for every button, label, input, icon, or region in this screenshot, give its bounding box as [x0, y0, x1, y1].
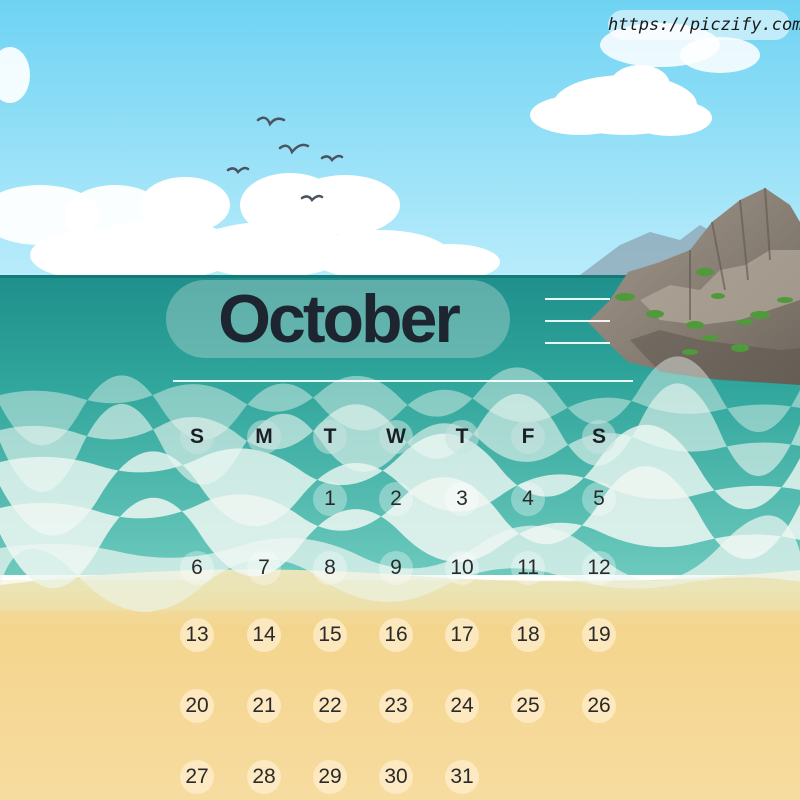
calendar-day: 21 — [247, 689, 281, 723]
calendar-day: 4 — [511, 482, 545, 516]
weekday-header: S — [582, 420, 616, 454]
weekday-header: W — [379, 420, 413, 454]
calendar-day: 15 — [313, 618, 347, 652]
calendar-day: 14 — [247, 618, 281, 652]
calendar-day: 3 — [445, 482, 479, 516]
calendar-day: 1 — [313, 482, 347, 516]
calendar-day: 7 — [247, 551, 281, 585]
calendar-day: 25 — [511, 689, 545, 723]
calendar-day: 19 — [582, 618, 616, 652]
calendar-day: 23 — [379, 689, 413, 723]
calendar-wallpaper: https://piczify.com October SMTWTFS12345… — [0, 0, 800, 800]
calendar-day: 22 — [313, 689, 347, 723]
calendar-day: 16 — [379, 618, 413, 652]
calendar-day: 27 — [180, 760, 214, 794]
calendar-day: 29 — [313, 760, 347, 794]
calendar-day: 11 — [511, 551, 545, 585]
calendar-day: 5 — [582, 482, 616, 516]
calendar-day: 31 — [445, 760, 479, 794]
weekday-header: S — [180, 420, 214, 454]
calendar-day: 17 — [445, 618, 479, 652]
calendar-day: 18 — [511, 618, 545, 652]
weekday-header: T — [313, 420, 347, 454]
calendar-day: 30 — [379, 760, 413, 794]
calendar-day: 12 — [582, 551, 616, 585]
calendar-day: 24 — [445, 689, 479, 723]
calendar-grid: S M T W T F S 1 2 3 4 5 6 7 8 9 10 11 12 13 14 15 16 17 18 19 20 21… — [0, 0, 800, 800]
weekday-header: T — [445, 420, 479, 454]
calendar-day: 28 — [247, 760, 281, 794]
calendar-day: 8 — [313, 551, 347, 585]
calendar-day: 9 — [379, 551, 413, 585]
calendar-day: 20 — [180, 689, 214, 723]
calendar-day: 26 — [582, 689, 616, 723]
weekday-header: M — [247, 420, 281, 454]
calendar-day: 13 — [180, 618, 214, 652]
calendar-day: 6 — [180, 551, 214, 585]
calendar-day: 10 — [445, 551, 479, 585]
calendar-day: 2 — [379, 482, 413, 516]
weekday-header: F — [511, 420, 545, 454]
